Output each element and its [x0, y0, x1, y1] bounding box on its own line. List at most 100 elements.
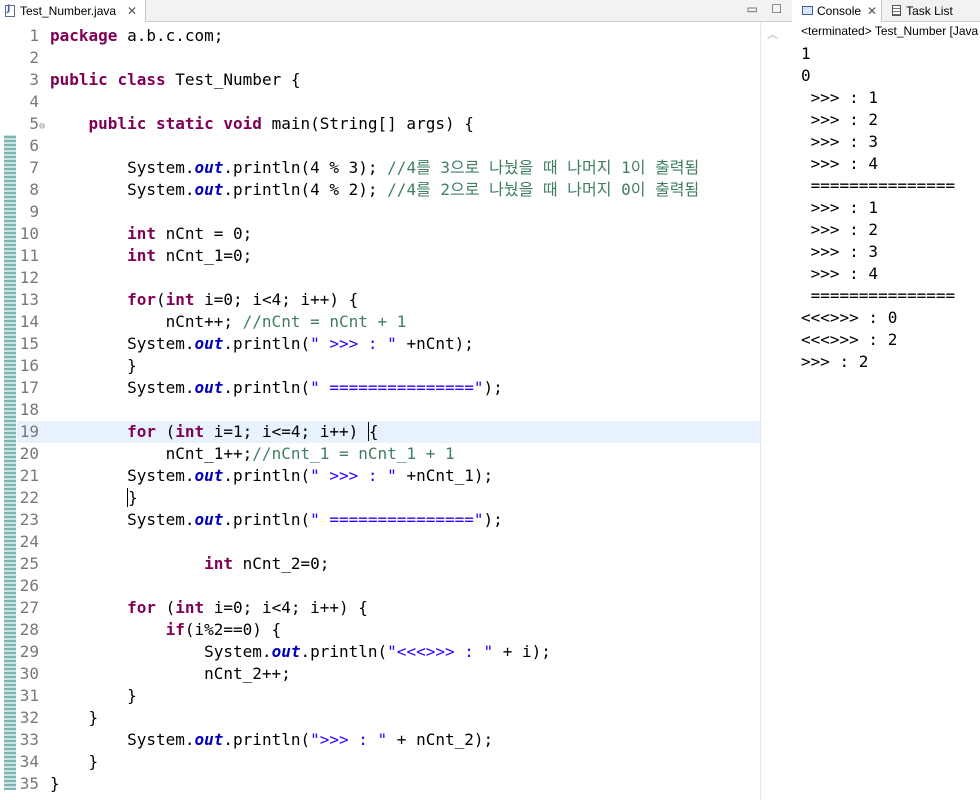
code-token: System.	[50, 180, 195, 199]
code-token: int	[165, 290, 195, 309]
editor-tab-test-number[interactable]: Test_Number.java ✕	[0, 0, 146, 22]
code-line[interactable]: 15 System.out.println(" >>> : " +nCnt);	[17, 333, 760, 355]
code-line[interactable]: 2	[17, 47, 760, 69]
code-line[interactable]: 23 System.out.println(" ==============="…	[17, 509, 760, 531]
code-line[interactable]: 32 }	[17, 707, 760, 729]
line-number: 6	[29, 136, 39, 155]
code-line[interactable]: 17 System.out.println(" ==============="…	[17, 377, 760, 399]
console-output-line: >>> : 2	[801, 220, 879, 239]
code-token: nCnt_1=0;	[155, 246, 253, 265]
code-line[interactable]: 11 int nCnt_1=0;	[17, 245, 760, 267]
code-token: nCnt++;	[50, 312, 243, 331]
code-token: //4를 2으로 나눴을 때 나머지 0이 출력됨	[387, 180, 700, 199]
code-token: System.	[50, 378, 195, 397]
minimize-icon[interactable]: ▭	[747, 2, 758, 16]
line-number: 29	[19, 642, 39, 661]
code-token: (	[155, 422, 176, 441]
code-token: System.	[50, 642, 272, 661]
code-token: System.	[50, 158, 195, 177]
line-number: 5	[29, 114, 39, 133]
code-line[interactable]: 21 System.out.println(" >>> : " +nCnt_1)…	[17, 465, 760, 487]
code-line[interactable]: 35}	[17, 773, 760, 795]
code-line[interactable]: 33 System.out.println(">>> : " + nCnt_2)…	[17, 729, 760, 751]
code-token: i=1; i<=4; i++)	[204, 422, 368, 441]
console-output-line: <<<>>> : 2	[801, 330, 898, 349]
close-icon[interactable]: ✕	[867, 4, 877, 18]
code-line[interactable]: 24	[17, 531, 760, 553]
line-number: 18	[19, 400, 39, 419]
code-token: System.	[50, 730, 195, 749]
code-line[interactable]: 9	[17, 201, 760, 223]
code-token: for	[127, 598, 156, 617]
code-token: .println(	[223, 466, 311, 485]
console-output[interactable]: 1 0 >>> : 1 >>> : 2 >>> : 3 >>> : 4 =====…	[801, 43, 955, 373]
maximize-icon[interactable]: ☐	[771, 2, 782, 16]
code-line[interactable]: 4	[17, 91, 760, 113]
tab-console[interactable]: Console ✕	[798, 0, 883, 22]
code-editor[interactable]: Test_Number.java ✕ ▭ ☐ 1 package a.b.c.co…	[0, 0, 793, 800]
code-token: //nCnt = nCnt + 1	[242, 312, 407, 331]
code-token: .println(	[300, 642, 388, 661]
code-line[interactable]: 25 int nCnt_2=0;	[17, 553, 760, 575]
tab-task-list[interactable]: Task List	[882, 0, 957, 22]
code-token: " >>> : "	[310, 466, 397, 485]
code-token: int	[127, 224, 156, 243]
line-number: 7	[29, 158, 39, 177]
code-line[interactable]: 34 }	[17, 751, 760, 773]
code-token: out	[271, 642, 301, 661]
code-line[interactable]: 29 System.out.println("<<<>>> : " + i);	[17, 641, 760, 663]
code-token: out	[194, 334, 224, 353]
code-line[interactable]: 13 for(int i=0; i<4; i++) {	[17, 289, 760, 311]
code-line[interactable]: 12	[17, 267, 760, 289]
code-token: out	[194, 730, 224, 749]
code-line[interactable]: 6	[17, 135, 760, 157]
scroll-up-icon[interactable]: ︿	[767, 26, 778, 42]
code-line[interactable]: 3 public class Test_Number {	[17, 69, 760, 91]
code-token: "<<<>>> : "	[387, 642, 494, 661]
console-output-line: >>> : 3	[801, 242, 879, 261]
console-status-label: <terminated> Test_Number [Java	[801, 24, 979, 38]
code-token: out	[194, 510, 224, 529]
code-line[interactable]: 20 nCnt_1++;//nCnt_1 = nCnt_1 + 1	[17, 443, 760, 465]
task-list-icon	[892, 5, 902, 16]
line-number: 24	[19, 532, 39, 551]
code-line[interactable]: 18	[17, 399, 760, 421]
code-line[interactable]: 14 nCnt++; //nCnt = nCnt + 1	[17, 311, 760, 333]
code-line[interactable]: 30 nCnt_2++;	[17, 663, 760, 685]
code-line[interactable]: 8 System.out.println(4 % 2); //4를 2으로 나눴…	[17, 179, 760, 201]
line-number: 4	[29, 92, 39, 111]
code-line[interactable]: 26	[17, 575, 760, 597]
code-line[interactable]: 10 int nCnt = 0;	[17, 223, 760, 245]
code-line[interactable]: 16 }	[17, 355, 760, 377]
code-token: public	[88, 114, 147, 133]
line-number: 25	[19, 554, 39, 573]
code-token: }	[127, 488, 138, 507]
line-number: 10	[19, 224, 39, 243]
line-number: 15	[19, 334, 39, 353]
code-line[interactable]: 28 if(i%2==0) {	[17, 619, 760, 641]
code-token: out	[194, 158, 224, 177]
code-line[interactable]: 1 package a.b.c.com;	[17, 25, 760, 47]
code-line[interactable]: 5⊖ public static void main(String[] args…	[17, 113, 760, 135]
code-token: " >>> : "	[310, 334, 397, 353]
line-number: 13	[19, 290, 39, 309]
editor-vertical-scrollbar[interactable]: ︿	[760, 22, 793, 800]
code-line[interactable]: 27 for (int i=0; i<4; i++) {	[17, 597, 760, 619]
editor-tab-bar: Test_Number.java ✕ ▭ ☐	[0, 0, 792, 22]
code-token: +nCnt);	[396, 334, 474, 353]
code-line[interactable]: 31 }	[17, 685, 760, 707]
code-area[interactable]: 1 package a.b.c.com; 2 3 public class Test_N…	[17, 25, 760, 795]
console-output-line: 0	[801, 66, 811, 85]
code-line[interactable]: 22 }	[17, 487, 760, 509]
code-line[interactable]: 19 for (int i=1; i<=4; i++) {	[17, 421, 760, 443]
code-token: System.	[50, 334, 195, 353]
console-output-line: >>> : 1	[801, 88, 879, 107]
task-list-tab-label: Task List	[906, 3, 953, 18]
code-line[interactable]: 7 System.out.println(4 % 3); //4를 3으로 나눴…	[17, 157, 760, 179]
code-token: .println(	[223, 378, 311, 397]
close-icon[interactable]: ✕	[127, 4, 137, 18]
